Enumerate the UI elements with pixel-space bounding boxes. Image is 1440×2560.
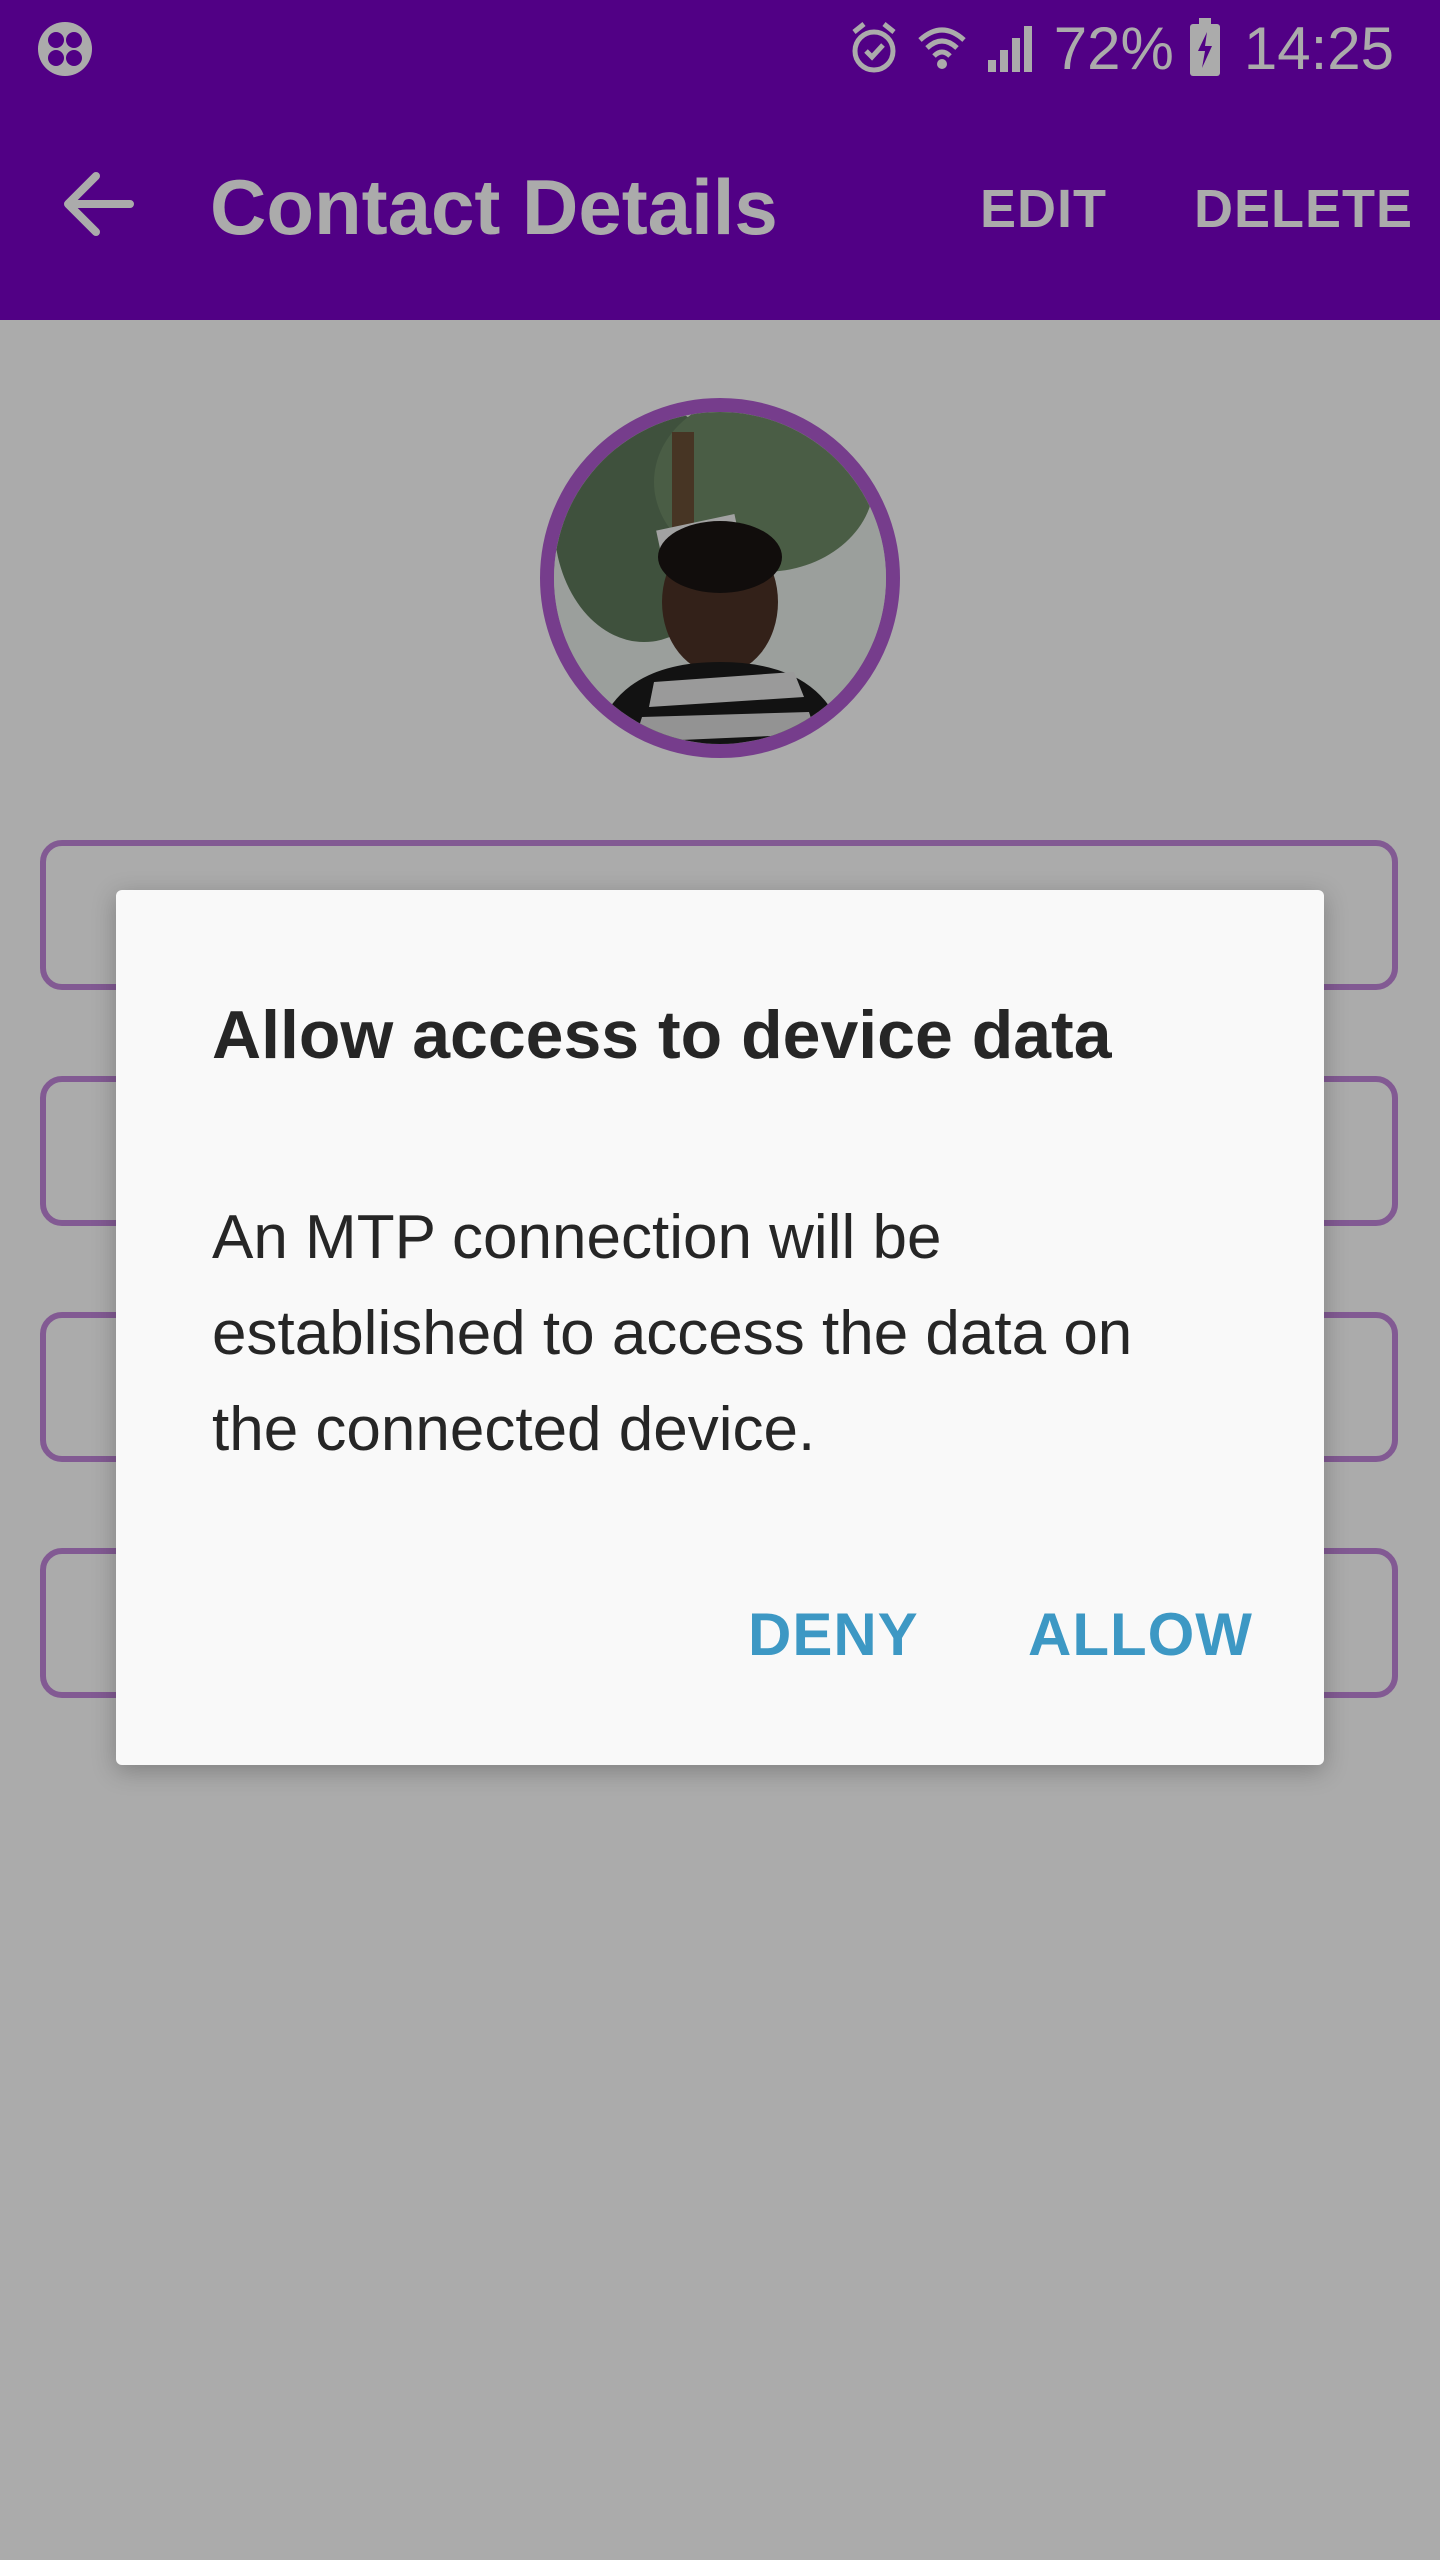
screen: 72% 14:25 Contact Details EDIT DELETE Al… bbox=[0, 0, 1440, 2560]
dialog-title: Allow access to device data bbox=[212, 997, 1112, 1073]
allow-button[interactable]: ALLOW bbox=[1028, 1600, 1253, 1669]
dialog-message: An MTP connection will be established to… bbox=[212, 1203, 1133, 1464]
deny-button[interactable]: DENY bbox=[748, 1600, 919, 1669]
permission-dialog: Allow access to device data An MTP conne… bbox=[116, 890, 1324, 1765]
